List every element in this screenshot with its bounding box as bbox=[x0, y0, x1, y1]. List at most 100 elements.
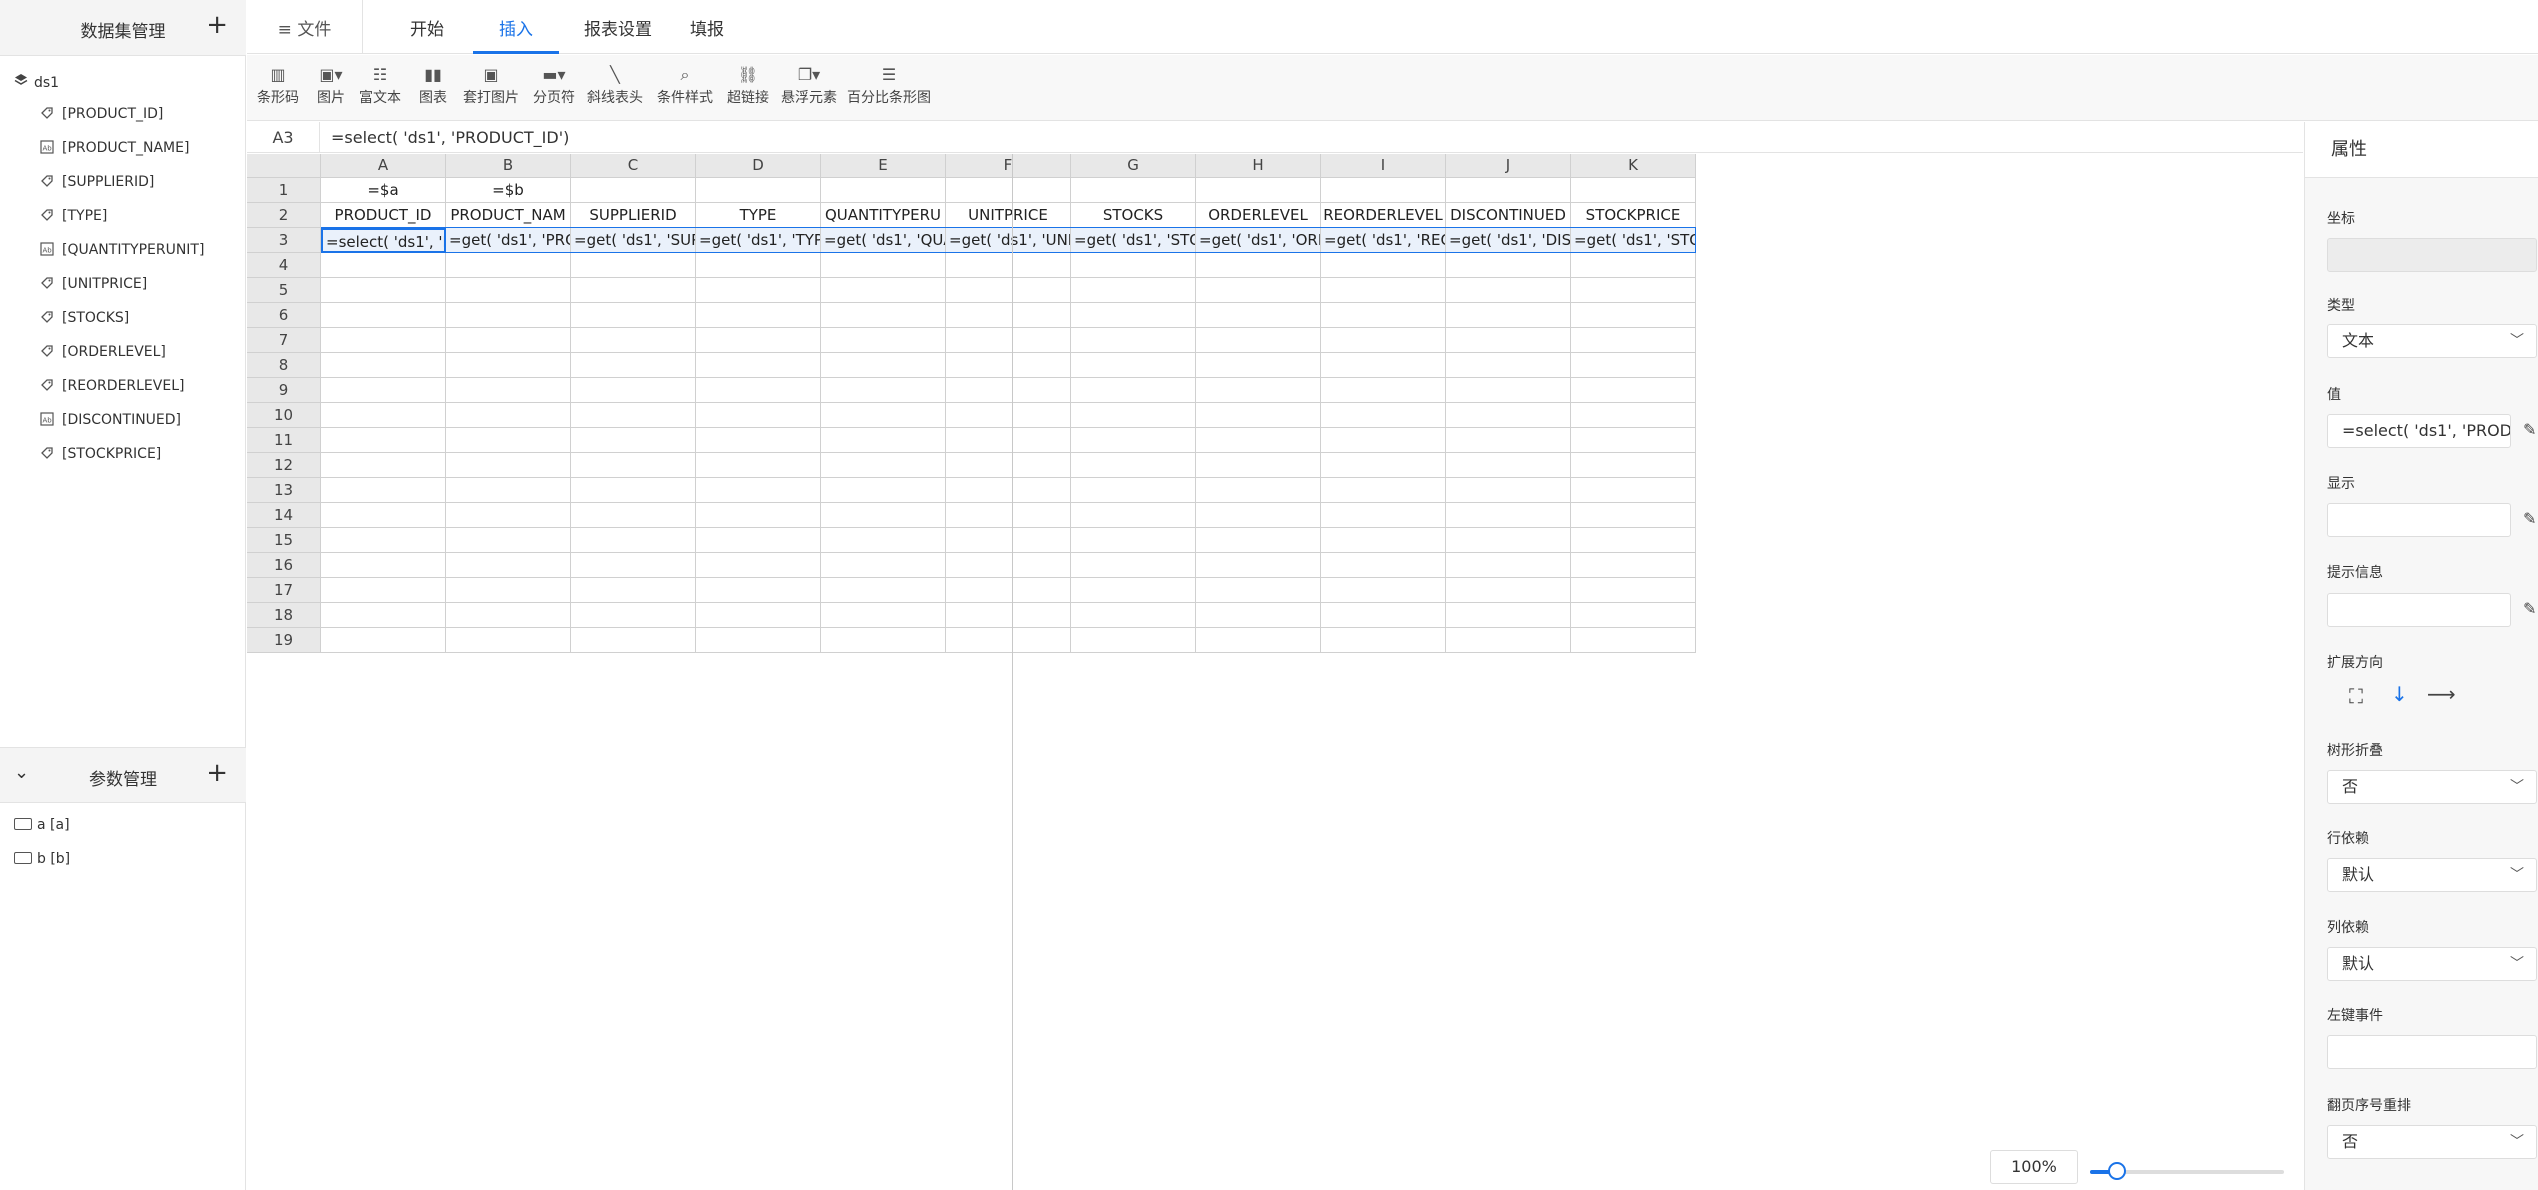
sheet-cell[interactable] bbox=[571, 278, 696, 303]
sheet-cell[interactable] bbox=[1321, 528, 1446, 553]
sheet-cell[interactable] bbox=[1571, 428, 1696, 453]
sheet-cell[interactable] bbox=[1196, 428, 1321, 453]
sheet-cell[interactable] bbox=[1196, 353, 1321, 378]
select-all-corner[interactable] bbox=[247, 154, 321, 178]
tree-fold-select[interactable]: 否 ﹀ bbox=[2327, 770, 2537, 804]
sheet-cell[interactable] bbox=[696, 478, 821, 503]
sheet-cell[interactable] bbox=[321, 578, 446, 603]
sheet-cell[interactable] bbox=[1571, 503, 1696, 528]
sheet-cell[interactable] bbox=[1446, 303, 1571, 328]
sheet-cell[interactable] bbox=[946, 628, 1071, 653]
sheet-cell[interactable] bbox=[946, 528, 1071, 553]
sheet-cell[interactable]: =get( 'ds1', 'ORD bbox=[1196, 228, 1321, 253]
sheet-cell[interactable] bbox=[946, 578, 1071, 603]
sheet-cell[interactable] bbox=[1196, 553, 1321, 578]
sheet-cell[interactable] bbox=[696, 628, 821, 653]
sheet-cell[interactable] bbox=[946, 278, 1071, 303]
column-header[interactable]: D bbox=[696, 154, 821, 178]
sheet-cell[interactable] bbox=[946, 478, 1071, 503]
tool-print-image[interactable]: ▣ 套打图片 bbox=[463, 65, 519, 107]
sheet-cell[interactable] bbox=[1196, 278, 1321, 303]
sheet-cell[interactable]: =get( 'ds1', 'STO bbox=[1571, 228, 1696, 253]
sheet-cell[interactable] bbox=[571, 403, 696, 428]
column-header[interactable]: K bbox=[1571, 154, 1696, 178]
sheet-cell[interactable] bbox=[1071, 403, 1196, 428]
sheet-cell[interactable]: TYPE bbox=[696, 203, 821, 228]
add-dataset-icon[interactable]: + bbox=[206, 12, 228, 38]
zoom-slider-thumb[interactable] bbox=[2108, 1162, 2127, 1180]
sheet-cell[interactable] bbox=[446, 328, 571, 353]
sheet-cell[interactable] bbox=[321, 403, 446, 428]
sheet-cell[interactable] bbox=[321, 478, 446, 503]
row-header[interactable]: 9 bbox=[247, 378, 321, 403]
sheet-cell[interactable] bbox=[571, 378, 696, 403]
sheet-cell[interactable] bbox=[1446, 628, 1571, 653]
sheet-cell[interactable] bbox=[321, 453, 446, 478]
sheet-cell[interactable] bbox=[1446, 478, 1571, 503]
sheet-cell[interactable] bbox=[946, 178, 1071, 203]
sheet-cell[interactable] bbox=[946, 378, 1071, 403]
sheet-cell[interactable] bbox=[1571, 453, 1696, 478]
sheet-cell[interactable]: =get( 'ds1', 'DISC bbox=[1446, 228, 1571, 253]
sheet-cell[interactable] bbox=[446, 553, 571, 578]
sheet-cell[interactable] bbox=[1321, 453, 1446, 478]
sheet-cell[interactable]: UNITPRICE bbox=[946, 203, 1071, 228]
sheet-cell[interactable] bbox=[1321, 553, 1446, 578]
tab-report-settings[interactable]: 报表设置 bbox=[573, 0, 663, 54]
sheet-cell[interactable] bbox=[446, 353, 571, 378]
sheet-cell[interactable] bbox=[1196, 378, 1321, 403]
sheet-cell[interactable] bbox=[1571, 278, 1696, 303]
sheet-cell[interactable] bbox=[571, 603, 696, 628]
sheet-cell[interactable] bbox=[1571, 528, 1696, 553]
sheet-cell[interactable] bbox=[696, 428, 821, 453]
sheet-cell[interactable] bbox=[1571, 178, 1696, 203]
sheet-cell[interactable] bbox=[696, 353, 821, 378]
tool-image[interactable]: ▣▾ 图片 bbox=[317, 65, 345, 107]
sheet-cell[interactable] bbox=[1571, 628, 1696, 653]
sheet-cell[interactable] bbox=[1446, 278, 1571, 303]
display-field[interactable] bbox=[2327, 503, 2511, 537]
tool-link[interactable]: ⛓ 超链接 bbox=[727, 65, 769, 107]
sheet-cell[interactable] bbox=[446, 303, 571, 328]
sheet-cell[interactable]: ORDERLEVEL bbox=[1196, 203, 1321, 228]
field-item[interactable]: Ab [DISCONTINUED] bbox=[40, 412, 181, 436]
sheet-cell[interactable] bbox=[446, 503, 571, 528]
field-item[interactable]: [UNITPRICE] bbox=[40, 276, 147, 300]
sheet-cell[interactable]: =select( 'ds1', 'P bbox=[321, 228, 446, 253]
sheet-cell[interactable] bbox=[446, 628, 571, 653]
sheet-cell[interactable] bbox=[696, 403, 821, 428]
sheet-cell[interactable] bbox=[571, 503, 696, 528]
row-dep-select[interactable]: 默认 ﹀ bbox=[2327, 858, 2537, 892]
sheet-cell[interactable] bbox=[1071, 528, 1196, 553]
sheet-cell[interactable] bbox=[571, 353, 696, 378]
sheet-cell[interactable] bbox=[1571, 403, 1696, 428]
value-field[interactable]: =select( 'ds1', 'PROD bbox=[2327, 414, 2511, 448]
sheet-cell[interactable] bbox=[571, 303, 696, 328]
tool-page-break[interactable]: ▬▾ 分页符 bbox=[533, 65, 575, 107]
sheet-cell[interactable]: =$b bbox=[446, 178, 571, 203]
sheet-cell[interactable] bbox=[1196, 478, 1321, 503]
type-select[interactable]: 文本 ﹀ bbox=[2327, 324, 2537, 358]
sheet-cell[interactable] bbox=[1571, 478, 1696, 503]
sheet-cell[interactable] bbox=[821, 603, 946, 628]
col-dep-select[interactable]: 默认 ﹀ bbox=[2327, 947, 2537, 981]
sheet-cell[interactable] bbox=[696, 278, 821, 303]
sheet-cell[interactable] bbox=[821, 178, 946, 203]
sheet-cell[interactable] bbox=[1071, 378, 1196, 403]
field-item[interactable]: [SUPPLIERID] bbox=[40, 174, 154, 198]
sheet-cell[interactable] bbox=[946, 453, 1071, 478]
field-item[interactable]: Ab [QUANTITYPERUNIT] bbox=[40, 242, 204, 266]
field-item[interactable]: [TYPE] bbox=[40, 208, 107, 232]
left-click-field[interactable] bbox=[2327, 1035, 2537, 1069]
sheet-cell[interactable] bbox=[1321, 428, 1446, 453]
sheet-cell[interactable] bbox=[1571, 253, 1696, 278]
sheet-cell[interactable] bbox=[321, 378, 446, 403]
sheet-cell[interactable] bbox=[1196, 253, 1321, 278]
row-header[interactable]: 16 bbox=[247, 553, 321, 578]
sheet-cell[interactable] bbox=[946, 253, 1071, 278]
sheet-cell[interactable] bbox=[821, 253, 946, 278]
column-header[interactable]: I bbox=[1321, 154, 1446, 178]
field-item[interactable]: Ab [PRODUCT_NAME] bbox=[40, 140, 189, 164]
sheet-cell[interactable] bbox=[821, 628, 946, 653]
sheet-cell[interactable] bbox=[321, 328, 446, 353]
